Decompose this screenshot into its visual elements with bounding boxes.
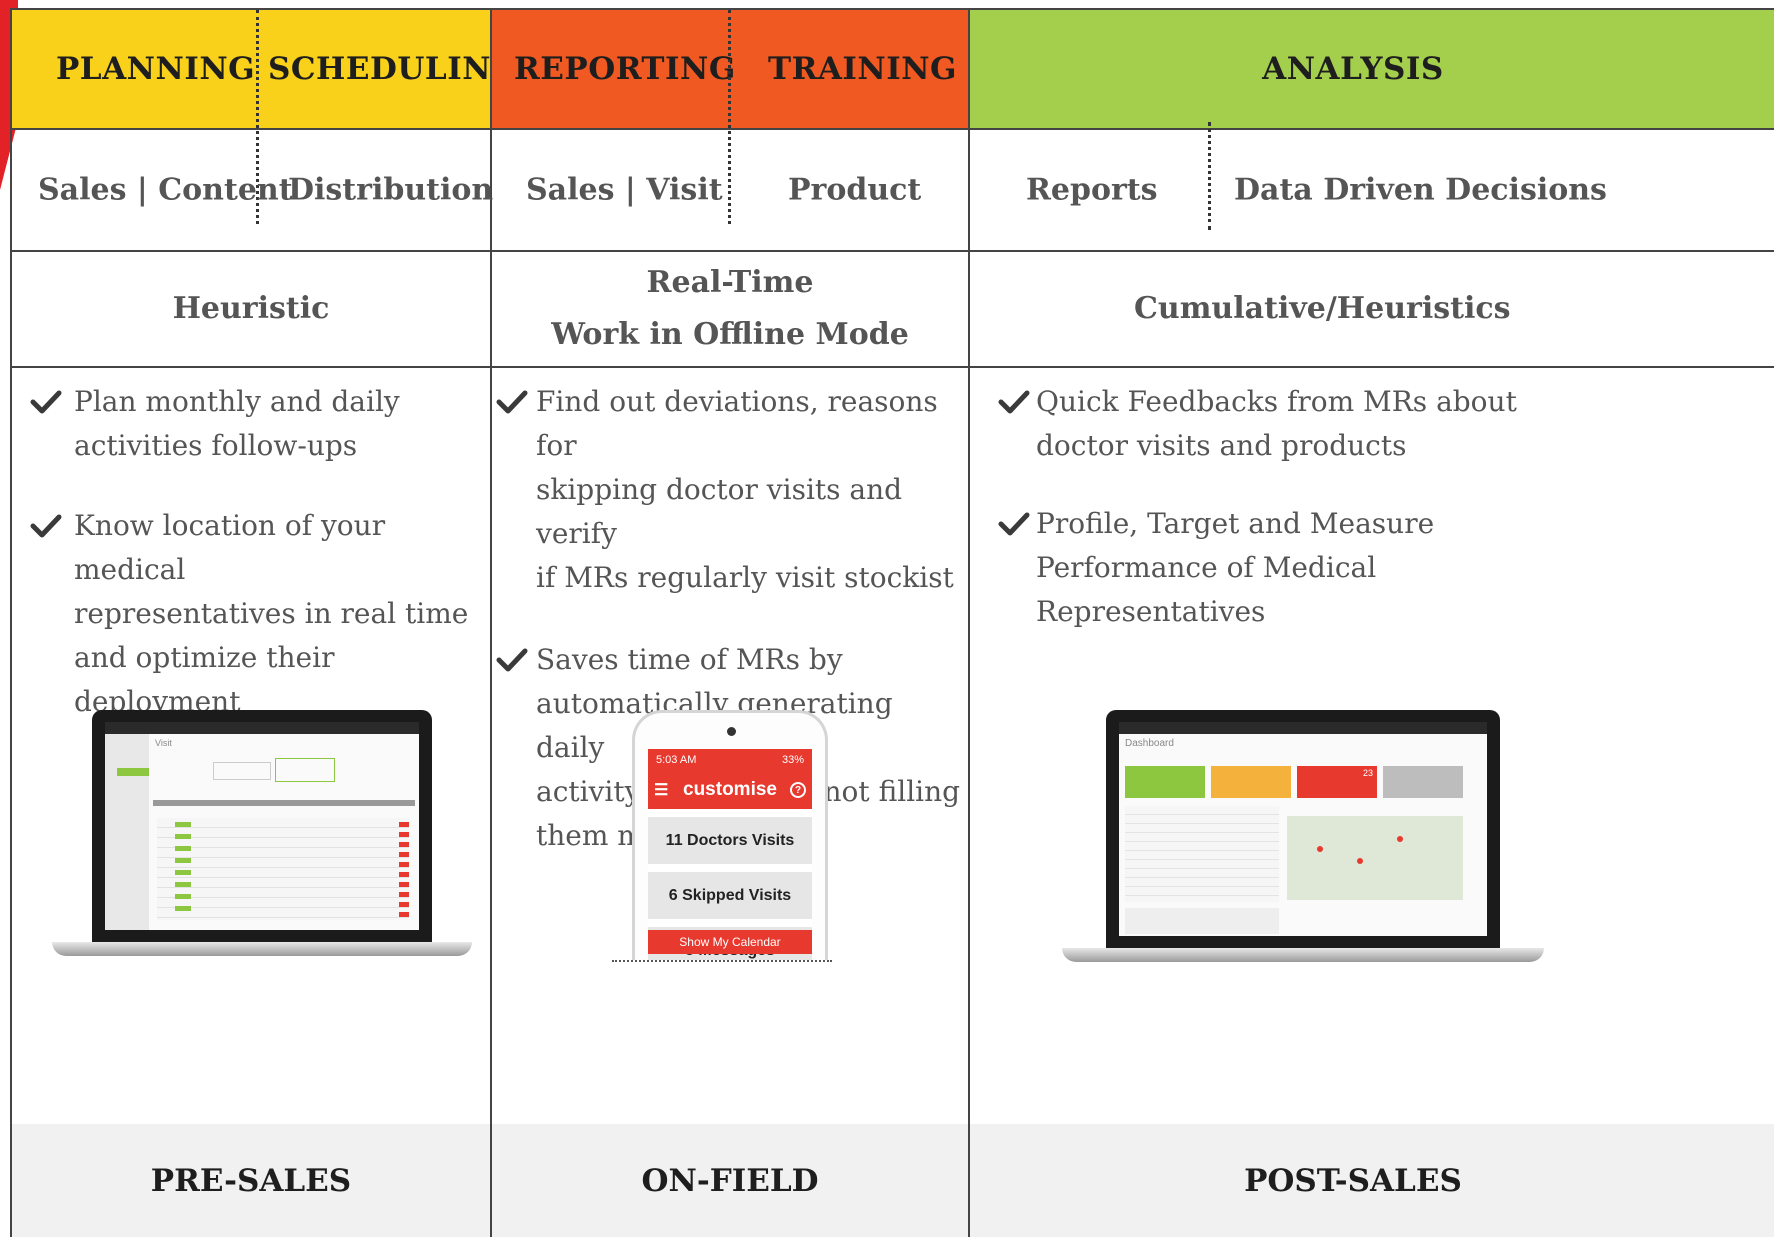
on-field-label: ON-FIELD: [641, 1162, 819, 1199]
phone-battery: 33%: [781, 754, 804, 766]
doctors-visits-card[interactable]: 11 Doctors Visits: [648, 817, 812, 864]
feature-matrix: PLANNING SCHEDULING Sales | Content Dist…: [10, 8, 1774, 1237]
post-sales-header: ANALYSIS: [970, 10, 1774, 130]
checkmark-icon: [496, 648, 528, 672]
training-label: TRAINING: [768, 51, 958, 87]
reports-label: Reports: [1026, 172, 1158, 208]
bullet-line: Plan monthly and daily: [74, 385, 400, 418]
pre-sales-label: PRE-SALES: [150, 1162, 352, 1199]
phone-app-bar: ☰ customise ?: [648, 771, 812, 809]
bullet-line: skipping doctor visits and verify: [536, 473, 903, 550]
checkmark-icon: [30, 390, 62, 414]
bullet-line: representatives in real time: [74, 597, 469, 630]
bullet-line: Profile, Target and Measure: [1036, 507, 1435, 540]
pre-sales-mode: Heuristic: [12, 252, 490, 368]
checkmark-icon: [30, 514, 62, 538]
bullet-line: Know location of your medical: [74, 509, 386, 586]
checkmark-icon: [496, 390, 528, 414]
on-field-phone-image: 5:03 AM 33% ☰ customise ? 11 Doctors Vis…: [632, 710, 828, 960]
bullet-line: Quick Feedbacks from MRs about: [1036, 385, 1517, 418]
bullet-line: doctor visits and products: [1036, 429, 1407, 462]
on-field-column: REPORTING TRAINING Sales | Visit Product…: [492, 10, 970, 1237]
show-calendar-button[interactable]: Show My Calendar: [648, 930, 812, 954]
bullet-line: if MRs regularly visit stockist: [536, 561, 954, 594]
planning-label: PLANNING: [56, 51, 256, 87]
cumulative-heuristics-label: Cumulative/Heuristics: [1134, 291, 1511, 326]
product-label: Product: [788, 172, 922, 208]
sales-visit-label: Sales | Visit: [526, 172, 723, 208]
pre-sales-header: PLANNING SCHEDULING: [12, 10, 518, 130]
phone-baseline: [612, 960, 832, 962]
post-sales-laptop-image: Dashboard 23: [1062, 710, 1544, 968]
dashboard-title: Dashboard: [1125, 738, 1174, 749]
bullet-line: Find out deviations, reasons for: [536, 385, 938, 462]
offline-mode-label: Work in Offline Mode: [551, 317, 909, 352]
checkmark-icon: [998, 390, 1030, 414]
post-sales-label: POST-SALES: [1244, 1162, 1462, 1199]
realtime-label: Real-Time: [646, 265, 814, 300]
post-sales-subheader: Reports Data Driven Decisions: [970, 130, 1774, 252]
bullet-item: Find out deviations, reasons for skippin…: [492, 380, 968, 600]
pre-sales-bullets: Plan monthly and daily activities follow…: [12, 380, 490, 724]
reporting-label: REPORTING: [514, 51, 736, 87]
bullet-item: Know location of your medical representa…: [12, 504, 490, 724]
skipped-visits-card[interactable]: 6 Skipped Visits: [648, 872, 812, 919]
brand-logo: customise: [683, 779, 777, 800]
on-field-footer: ON-FIELD: [492, 1124, 968, 1237]
bullet-line: Representatives: [1036, 595, 1266, 628]
phone-status-bar: 5:03 AM 33%: [648, 749, 812, 771]
sales-content-label: Sales | Content: [38, 172, 293, 208]
visit-title: Visit: [155, 738, 172, 748]
pre-sales-subheader: Sales | Content Distribution: [12, 130, 494, 252]
pre-sales-footer: PRE-SALES: [12, 1124, 490, 1237]
phone-time: 5:03 AM: [656, 754, 697, 766]
scheduling-label: SCHEDULING: [268, 51, 519, 87]
post-sales-mode: Cumulative/Heuristics: [970, 252, 1774, 368]
heuristic-label: Heuristic: [172, 291, 330, 326]
data-driven-decisions-label: Data Driven Decisions: [1234, 172, 1607, 208]
on-field-mode: Real-Time Work in Offline Mode: [492, 252, 968, 368]
pre-sales-column: PLANNING SCHEDULING Sales | Content Dist…: [12, 10, 518, 1237]
post-sales-column: ANALYSIS Reports Data Driven Decisions C…: [970, 10, 1774, 1237]
tile-value: 23: [1362, 768, 1373, 778]
help-icon[interactable]: ?: [790, 782, 806, 798]
bullet-line: activities follow-ups: [74, 429, 358, 462]
bullet-item: Profile, Target and Measure Performance …: [970, 502, 1774, 634]
analysis-label: ANALYSIS: [1262, 51, 1444, 87]
bullet-line: Performance of Medical: [1036, 551, 1377, 584]
bullet-line: Saves time of MRs by: [536, 643, 843, 676]
menu-icon[interactable]: ☰: [654, 780, 668, 800]
on-field-subheader: Sales | Visit Product: [492, 130, 968, 252]
post-sales-bullets: Quick Feedbacks from MRs about doctor vi…: [970, 380, 1774, 634]
bullet-item: Plan monthly and daily activities follow…: [12, 380, 490, 468]
distribution-label: Distribution: [288, 172, 494, 208]
post-sales-footer: POST-SALES: [970, 1124, 1774, 1237]
pre-sales-laptop-image: Visit: [52, 710, 472, 962]
bullet-item: Quick Feedbacks from MRs about doctor vi…: [970, 380, 1774, 468]
checkmark-icon: [998, 512, 1030, 536]
